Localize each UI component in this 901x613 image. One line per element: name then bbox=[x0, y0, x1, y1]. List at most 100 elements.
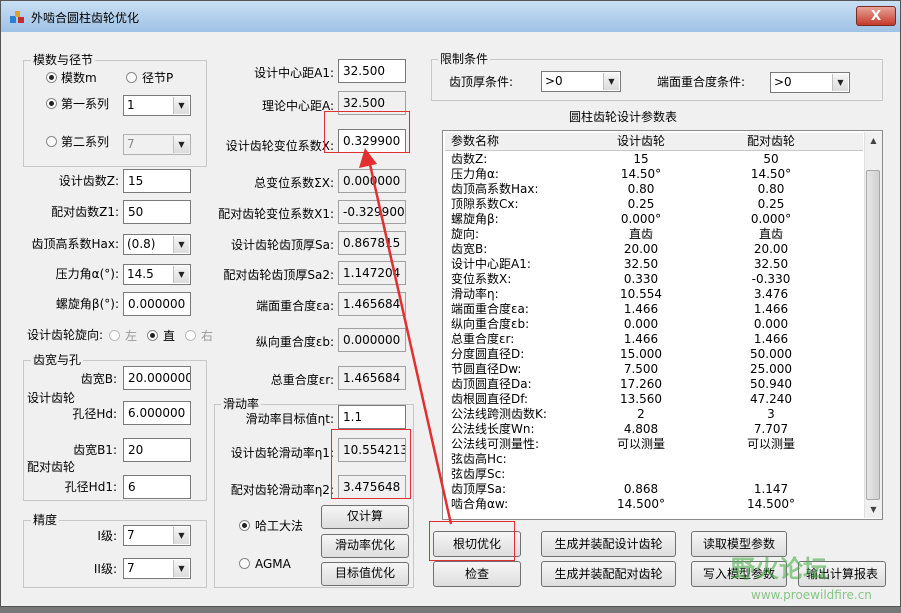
generate-mate-gear-button[interactable]: 生成并装配配对齿轮 bbox=[541, 561, 676, 587]
helix-angle-input[interactable]: 0.000000 bbox=[123, 292, 191, 316]
contact-ratio-condition-select[interactable]: >0 ▼ bbox=[770, 72, 850, 93]
design-value-cell: 2 bbox=[637, 407, 645, 421]
radio-series2[interactable] bbox=[46, 136, 57, 147]
slip-optimize-button[interactable]: 滑动率优化 bbox=[321, 534, 409, 558]
table-row[interactable]: 弦齿厚Sc: bbox=[445, 467, 863, 482]
pressure-angle-select[interactable]: 14.5 ▼ bbox=[123, 264, 191, 285]
radio-diametral-p[interactable] bbox=[126, 72, 137, 83]
table-row[interactable]: 旋向: 直齿 直齿 bbox=[445, 227, 863, 242]
table-row[interactable]: 滑动率η: 10.554 3.476 bbox=[445, 287, 863, 302]
radio-agma-method[interactable] bbox=[239, 558, 250, 569]
mate-tip-thickness-label: 配对齿轮齿顶厚Sa2: bbox=[223, 268, 334, 282]
table-row[interactable]: 压力角α: 14.50° 14.50° bbox=[445, 167, 863, 182]
mate-gear-caption: 配对齿轮 bbox=[27, 460, 76, 474]
design-slip-rate-label: 设计齿轮滑动率η1: bbox=[230, 446, 334, 460]
mate-teeth-z1-label: 配对齿数Z1: bbox=[51, 205, 119, 219]
design-value-cell: 0.25 bbox=[627, 197, 655, 211]
series1-select[interactable]: 1 ▼ bbox=[123, 95, 191, 116]
face-width-b-input[interactable]: 20.000000 bbox=[123, 366, 191, 390]
teeth-z-input[interactable]: 15 bbox=[123, 169, 191, 193]
design-value-cell: 可以测量 bbox=[616, 437, 665, 451]
table-row[interactable]: 公法线长度Wn: 4.808 7.707 bbox=[445, 422, 863, 437]
radio-harbin-method[interactable] bbox=[239, 520, 250, 531]
table-row[interactable]: 公法线可测量性: 可以测量 可以测量 bbox=[445, 437, 863, 452]
contact-ratio-condition-label: 端面重合度条件: bbox=[657, 75, 746, 89]
table-row[interactable]: 齿宽B: 20.00 20.00 bbox=[445, 242, 863, 257]
helix-angle-label: 螺旋角β(°): bbox=[55, 297, 119, 311]
params-table-title: 圆柱齿轮设计参数表 bbox=[569, 110, 678, 124]
table-row[interactable]: 总重合度εr: 1.466 1.466 bbox=[445, 332, 863, 347]
tip-thickness-condition-select[interactable]: >0 ▼ bbox=[541, 71, 621, 92]
grade1-select[interactable]: 7 ▼ bbox=[123, 525, 191, 546]
radio-series1[interactable] bbox=[46, 98, 57, 109]
table-row[interactable]: 公法线跨测齿数K: 2 3 bbox=[445, 407, 863, 422]
watermark-url: www.proewildfire.cn bbox=[751, 588, 872, 602]
table-row[interactable]: 齿顶圆直径Da: 17.260 50.940 bbox=[445, 377, 863, 392]
table-row[interactable]: 齿数Z: 15 50 bbox=[445, 152, 863, 167]
scroll-up-icon[interactable]: ▲ bbox=[865, 132, 882, 149]
param-name-cell: 端面重合度εa: bbox=[451, 302, 529, 316]
table-row[interactable]: 啮合角αw: 14.500° 14.500° bbox=[445, 497, 863, 512]
design-center-distance-label: 设计中心距A1: bbox=[254, 66, 334, 80]
addendum-coef-select[interactable]: (0.8) ▼ bbox=[123, 234, 191, 255]
table-row[interactable]: 顶隙系数Cx: 0.25 0.25 bbox=[445, 197, 863, 212]
main-window: 外啮合圆柱齿轮优化 X 模数与径节 模数m 径节P 第一系列 1 ▼ 第二系列 … bbox=[0, 0, 901, 607]
table-row[interactable]: 齿根圆直径Df: 13.560 47.240 bbox=[445, 392, 863, 407]
design-gear-caption: 设计齿轮 bbox=[27, 391, 76, 405]
bore-hd1-input[interactable]: 6 bbox=[123, 475, 191, 499]
title-bar: 外啮合圆柱齿轮优化 X bbox=[1, 1, 900, 32]
table-row[interactable]: 端面重合度εa: 1.466 1.466 bbox=[445, 302, 863, 317]
face-contact-ratio-label: 纵向重合度εb: bbox=[255, 335, 334, 349]
scroll-thumb[interactable] bbox=[866, 170, 880, 500]
radio-hand-right[interactable] bbox=[185, 330, 196, 341]
face-width-b1-input[interactable]: 20 bbox=[123, 438, 191, 462]
table-row[interactable]: 分度圆直径D: 15.000 50.000 bbox=[445, 347, 863, 362]
table-row[interactable]: 齿顶高系数Hax: 0.80 0.80 bbox=[445, 182, 863, 197]
table-row[interactable]: 变位系数X: 0.330 -0.330 bbox=[445, 272, 863, 287]
check-button[interactable]: 检查 bbox=[433, 561, 521, 587]
mate-value-cell: 1.147 bbox=[753, 482, 789, 496]
header-mate-gear: 配对齿轮 bbox=[746, 134, 795, 148]
radio-modulus-m[interactable] bbox=[46, 72, 57, 83]
grade2-select[interactable]: 7 ▼ bbox=[123, 558, 191, 579]
design-value-cell: 15 bbox=[633, 152, 649, 166]
table-row[interactable]: 设计中心距A1: 32.50 32.50 bbox=[445, 257, 863, 272]
design-value-cell: 7.500 bbox=[623, 362, 659, 376]
tip-thickness-condition-value: >0 bbox=[545, 74, 563, 88]
table-row[interactable]: 齿顶厚Sa: 0.868 1.147 bbox=[445, 482, 863, 497]
mate-value-cell: 直齿 bbox=[758, 227, 783, 241]
table-row[interactable]: 螺旋角β: 0.000° 0.000° bbox=[445, 212, 863, 227]
table-scrollbar[interactable]: ▲ ▼ bbox=[864, 132, 882, 518]
param-name-cell: 齿顶圆直径Da: bbox=[451, 377, 532, 391]
param-name-cell: 纵向重合度εb: bbox=[451, 317, 530, 331]
face-width-b-label: 齿宽B: bbox=[80, 372, 117, 386]
generate-design-gear-button[interactable]: 生成并装配设计齿轮 bbox=[541, 531, 676, 557]
teeth-z-label: 设计齿数Z: bbox=[58, 174, 119, 188]
scroll-down-icon[interactable]: ▼ bbox=[865, 501, 882, 518]
target-optimize-button[interactable]: 目标值优化 bbox=[321, 562, 409, 586]
radio-series2-label: 第二系列 bbox=[61, 135, 110, 149]
design-value-cell: 1.466 bbox=[623, 302, 659, 316]
hand-direction-label: 设计齿轮旋向: bbox=[27, 328, 104, 342]
mate-value-cell: 14.500° bbox=[747, 497, 795, 511]
radio-agma-method-label: AGMA bbox=[255, 557, 291, 571]
bore-hd-input[interactable]: 6.000000 bbox=[123, 401, 191, 425]
design-center-distance-input[interactable]: 32.500 bbox=[338, 59, 406, 83]
grade1-value: 7 bbox=[127, 528, 135, 542]
contact-ratio-condition-value: >0 bbox=[774, 75, 792, 89]
table-row[interactable]: 弦齿高Hc: bbox=[445, 452, 863, 467]
param-name-cell: 公法线可测量性: bbox=[451, 437, 540, 451]
radio-harbin-method-label: 哈工大法 bbox=[255, 519, 304, 533]
mate-value-cell: 14.50° bbox=[750, 167, 792, 181]
radio-hand-left[interactable] bbox=[109, 330, 120, 341]
params-table[interactable]: 参数名称 设计齿轮 配对齿轮 齿数Z: 15 50 压力角α: 14.50° 14.50°… bbox=[442, 130, 883, 520]
design-value-cell: 0.330 bbox=[623, 272, 659, 286]
param-name-cell: 节圆直径Dw: bbox=[451, 362, 522, 376]
design-value-cell: 4.808 bbox=[623, 422, 659, 436]
close-button[interactable]: X bbox=[856, 6, 896, 26]
mate-teeth-z1-input[interactable]: 50 bbox=[123, 200, 191, 224]
mate-value-cell: 50 bbox=[763, 152, 779, 166]
table-row[interactable]: 节圆直径Dw: 7.500 25.000 bbox=[445, 362, 863, 377]
radio-hand-straight[interactable] bbox=[147, 330, 158, 341]
table-row[interactable]: 纵向重合度εb: 0.000 0.000 bbox=[445, 317, 863, 332]
